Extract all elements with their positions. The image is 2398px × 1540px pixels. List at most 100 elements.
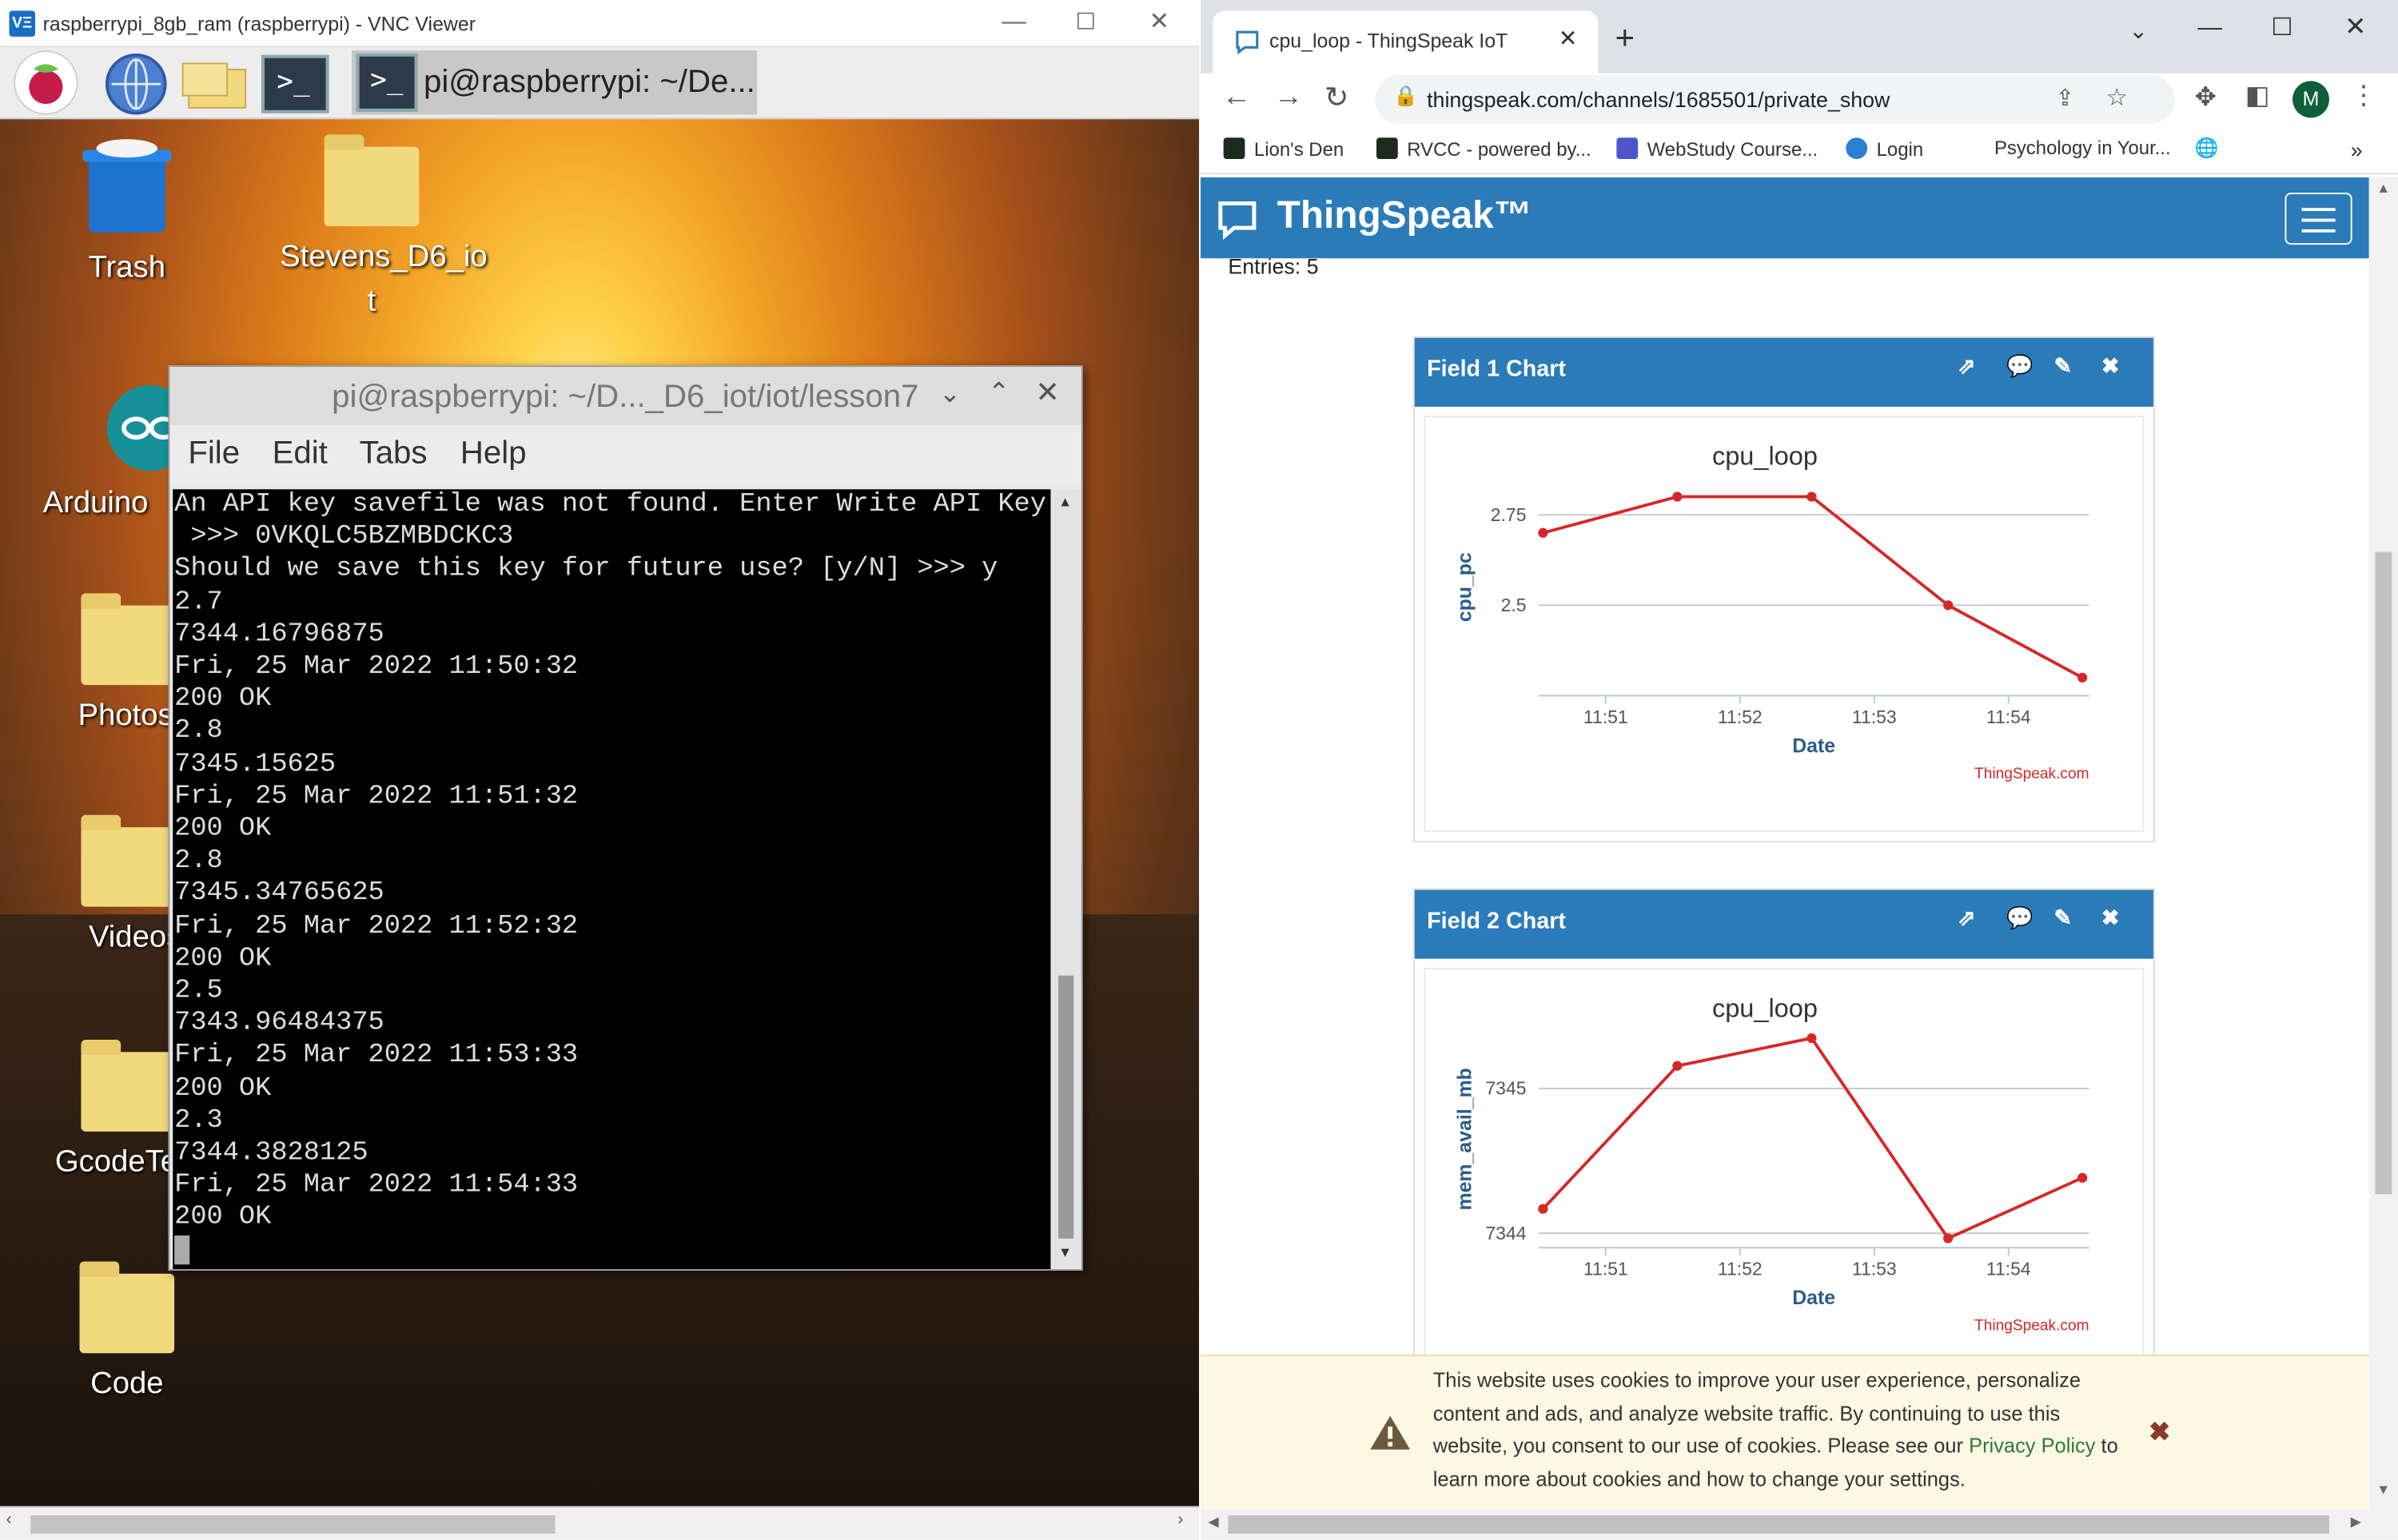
scroll-left-icon[interactable]: ‹: [6, 1510, 12, 1529]
comment-icon[interactable]: 💬: [2006, 353, 2033, 380]
tab-search-chevron-icon[interactable]: ⌄: [2129, 17, 2148, 45]
terminal-line: >>> 0VKQLC5BZMBDCKC3: [174, 521, 514, 553]
open-external-icon[interactable]: ⇗: [1958, 905, 1975, 932]
chevron-up-icon[interactable]: ⌃: [988, 378, 1010, 408]
bookmark-star-icon[interactable]: ☆: [2106, 82, 2128, 113]
page-hscroll-thumb[interactable]: [1228, 1515, 2329, 1534]
chrome-window: cpu_loop - ThingSpeak IoT ✕ + ⌄ — ☐ ✕ ← …: [1200, 0, 2398, 1540]
terminal-line: 2.7: [174, 586, 223, 618]
address-bar[interactable]: 🔒 thingspeak.com/channels/1685501/privat…: [1375, 74, 2175, 124]
vnc-horizontal-scrollbar[interactable]: ‹ ›: [0, 1506, 1200, 1540]
scroll-up-icon[interactable]: ▲: [1058, 494, 1072, 509]
y-tick-label: 7344: [1485, 1223, 1526, 1244]
scroll-down-icon[interactable]: ▼: [1058, 1244, 1072, 1259]
page-horizontal-scrollbar[interactable]: ◀ ▶: [1200, 1509, 2398, 1540]
back-icon[interactable]: ←: [1222, 81, 1251, 114]
new-tab-icon[interactable]: +: [1615, 18, 1635, 58]
bookmark-item[interactable]: Psychology in Your...: [1994, 137, 2171, 159]
field2-chart-widget: Field 2 Chart ⇗ 💬 ✎ ✖ cpu_loop 7344 7345 11…: [1412, 888, 2155, 1395]
close-icon[interactable]: ✕: [2344, 12, 2366, 42]
page-scrollbar[interactable]: ▲ ▼: [2368, 177, 2398, 1510]
bookmark-item[interactable]: RVCC - powered by...: [1376, 137, 1591, 161]
tab-strip: cpu_loop - ThingSpeak IoT ✕ + ⌄ — ☐ ✕: [1200, 0, 2398, 74]
web-browser-icon[interactable]: [106, 53, 167, 115]
vnc-window-title: raspberrypi_8gb_ram (raspberrypi) - VNC …: [42, 12, 476, 36]
raspberry-menu-icon[interactable]: [14, 50, 78, 115]
thingspeak-logo-icon: [1218, 201, 1257, 240]
minimize-icon[interactable]: —: [2197, 15, 2222, 42]
close-icon[interactable]: ✕: [1139, 6, 1179, 40]
edit-icon[interactable]: ✎: [2054, 905, 2072, 932]
thingspeak-logo[interactable]: ThingSpeak™: [1277, 194, 1532, 238]
privacy-policy-link[interactable]: Privacy Policy: [1969, 1435, 2095, 1458]
scroll-right-icon[interactable]: ›: [1177, 1510, 1183, 1529]
bookmark-item[interactable]: Lion's Den: [1223, 137, 1344, 161]
hamburger-menu-button[interactable]: [2284, 193, 2352, 245]
forward-icon[interactable]: →: [1274, 81, 1303, 114]
menu-file[interactable]: File: [188, 436, 240, 472]
menu-tabs[interactable]: Tabs: [360, 436, 428, 472]
cookie-message: This website uses cookies to improve you…: [1433, 1364, 2137, 1496]
terminal-line: 7345.34765625: [174, 878, 384, 909]
comment-icon[interactable]: 💬: [2006, 905, 2033, 932]
side-panel-icon[interactable]: ◧: [2245, 81, 2270, 111]
terminal-close-icon[interactable]: ✕: [1035, 376, 1059, 412]
terminal-scroll-thumb[interactable]: [1058, 975, 1074, 1239]
desktop-icon-trash[interactable]: Trash: [35, 137, 219, 290]
tab-close-icon[interactable]: ✕: [1559, 25, 1578, 53]
more-menu-icon[interactable]: ⋮: [2351, 81, 2377, 111]
open-external-icon[interactable]: ⇗: [1958, 353, 1975, 380]
browser-tab[interactable]: cpu_loop - ThingSpeak IoT ✕: [1213, 10, 1599, 74]
file-manager-icon[interactable]: [181, 57, 249, 112]
desktop-icon-code[interactable]: Code: [35, 1261, 219, 1407]
vnc-titlebar[interactable]: VΞ raspberrypi_8gb_ram (raspberrypi) - V…: [0, 0, 1200, 48]
more-bookmarks-icon[interactable]: »: [2351, 137, 2363, 162]
chevron-down-icon[interactable]: ⌄: [939, 379, 961, 409]
scroll-up-icon[interactable]: ▲: [2376, 181, 2390, 196]
extensions-icon[interactable]: ✥: [2195, 82, 2217, 113]
bookmarks-bar: Lion's Den RVCC - powered by... WebStudy…: [1200, 128, 2398, 175]
url-text: thingspeak.com/channels/1685501/private_…: [1427, 87, 1890, 112]
terminal-output[interactable]: An API key savefile was not found. Enter…: [173, 489, 1051, 1270]
bookmark-item[interactable]: Login: [1846, 137, 1923, 161]
desktop-icon-stevens-folder[interactable]: Stevens_D6_io t: [280, 134, 488, 324]
menu-edit[interactable]: Edit: [273, 436, 328, 472]
bookmark-label: Psychology in Your...: [1994, 137, 2171, 159]
folder-icon: [79, 1261, 175, 1354]
x-tick-label: 11:53: [1852, 706, 1897, 727]
share-icon[interactable]: ⇪: [2055, 84, 2074, 112]
field1-chart: cpu_loop 2.5 2.75 11:51 11:52 11:53 11:54 Date c…: [1454, 442, 2089, 782]
minimize-icon[interactable]: —: [994, 6, 1034, 40]
terminal-scrollbar[interactable]: ▲ ▼: [1052, 489, 1081, 1270]
terminal-cursor: [174, 1235, 1050, 1267]
terminal-launcher-icon[interactable]: >_: [261, 54, 329, 113]
scroll-right-icon[interactable]: ▶: [2351, 1514, 2361, 1530]
bookmark-item[interactable]: WebStudy Course...: [1616, 137, 1818, 161]
globe-icon[interactable]: 🌐: [2195, 137, 2219, 161]
data-point: [1672, 1060, 1683, 1071]
y-tick-label: 2.5: [1501, 595, 1527, 615]
data-point: [1538, 527, 1548, 538]
x-tick-label: 11:51: [1583, 1259, 1628, 1279]
folder-icon: [324, 134, 420, 227]
reload-icon[interactable]: ↻: [1324, 81, 1348, 116]
profile-avatar[interactable]: M: [2292, 81, 2329, 118]
scroll-left-icon[interactable]: ◀: [1209, 1514, 1219, 1530]
widget-close-icon[interactable]: ✖: [2101, 353, 2119, 380]
taskbar-terminal-button[interactable]: >_ pi@raspberrypi: ~/De...: [352, 50, 758, 115]
vnc-scroll-thumb[interactable]: [30, 1515, 556, 1534]
terminal-titlebar[interactable]: pi@raspberrypi: ~/D..._D6_iot/iot/lesson…: [169, 367, 1081, 425]
bookmark-label: WebStudy Course...: [1647, 139, 1818, 161]
terminal-line: 7344.3828125: [174, 1137, 368, 1168]
cookie-close-button[interactable]: ✖: [2149, 1418, 2170, 1448]
y-tick-label: 7345: [1485, 1078, 1526, 1099]
maximize-icon[interactable]: ☐: [1066, 6, 1106, 40]
maximize-icon[interactable]: ☐: [2271, 12, 2292, 42]
desktop-icon-label: Stevens_D6_io t: [280, 240, 488, 318]
menu-help[interactable]: Help: [460, 436, 527, 472]
edit-icon[interactable]: ✎: [2054, 353, 2072, 380]
scroll-down-icon[interactable]: ▼: [2376, 1482, 2390, 1497]
tab-title: cpu_loop - ThingSpeak IoT: [1269, 29, 1508, 53]
widget-close-icon[interactable]: ✖: [2101, 905, 2119, 932]
page-scroll-thumb[interactable]: [2375, 551, 2392, 1195]
